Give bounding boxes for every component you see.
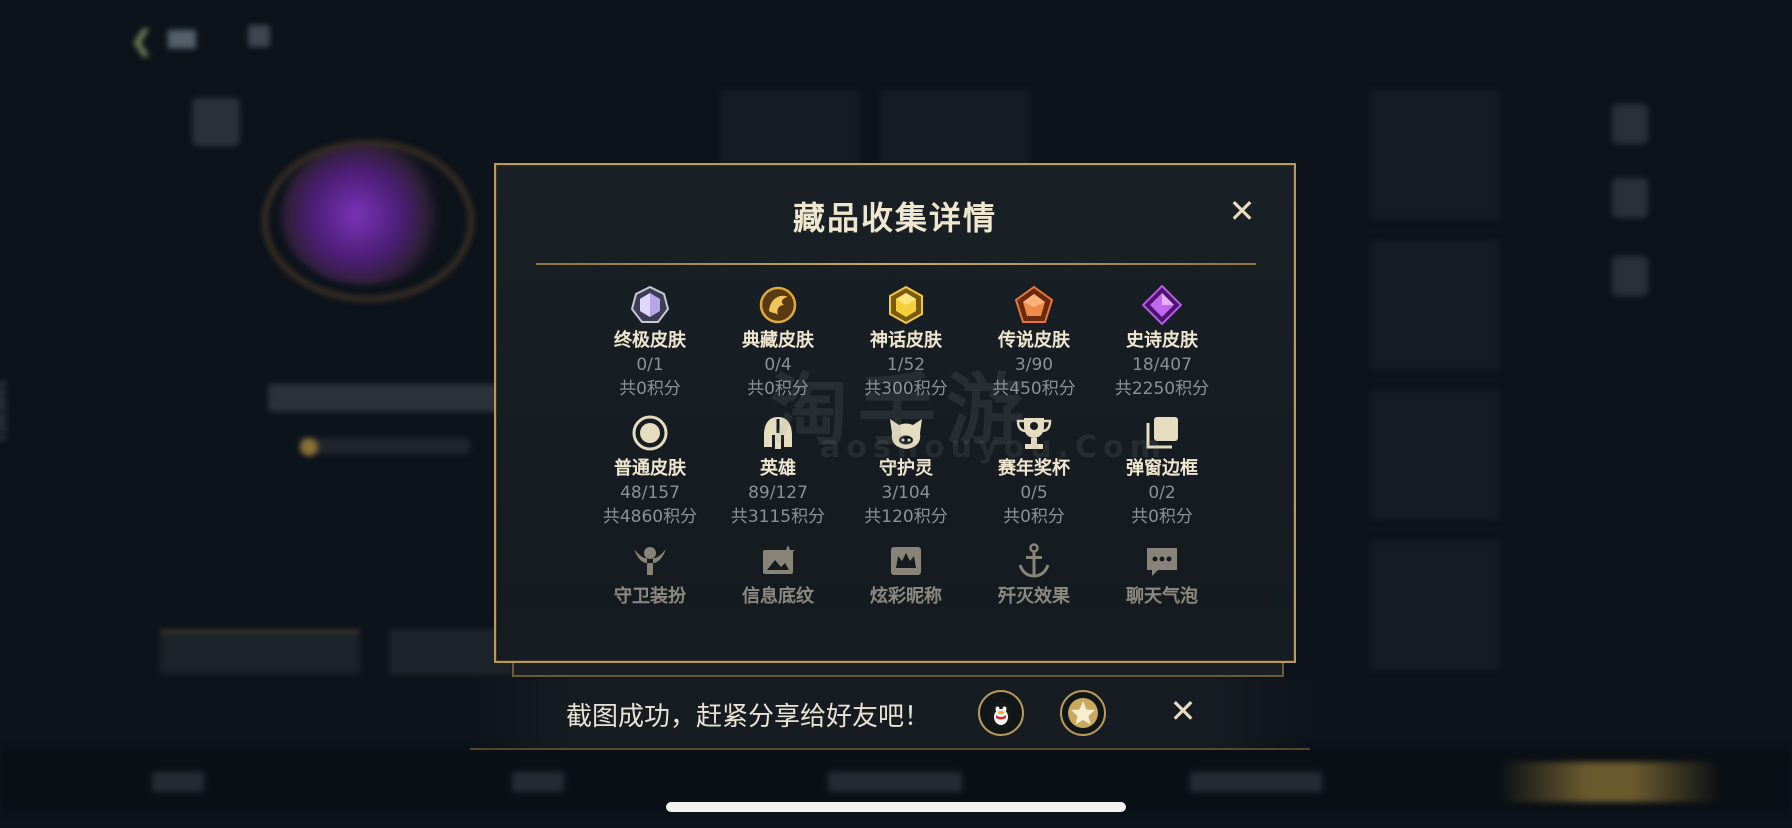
chat-bubble-icon — [1147, 548, 1177, 576]
collection-item-colorful-nickname[interactable]: 炫彩昵称 — [842, 541, 970, 609]
epic-skin-icon — [1142, 285, 1182, 325]
annihilation-effect-icon — [1018, 543, 1050, 578]
bg-card — [1370, 90, 1500, 220]
item-points: 共2250积分 — [1114, 379, 1210, 399]
bottom-tab[interactable] — [1190, 772, 1322, 792]
collection-item-epic-skin[interactable]: 史诗皮肤 18/407 共2250积分 — [1098, 285, 1226, 401]
item-points: 共0积分 — [619, 379, 681, 399]
legendary-skin-icon — [1014, 285, 1054, 323]
title-divider — [536, 263, 1256, 265]
bg-card — [1370, 240, 1500, 370]
item-name: 聊天气泡 — [1126, 586, 1198, 607]
item-name: 歼灭效果 — [998, 586, 1070, 607]
collection-grid: 终极皮肤 0/1 共0积分 典藏皮肤 0/4 共0积分 神话皮肤 1/52 共3… — [586, 285, 1226, 655]
item-name: 炫彩昵称 — [870, 586, 942, 607]
item-points: 共3115积分 — [730, 507, 826, 527]
side-id-text: 54463653 — [0, 380, 8, 442]
modal-bottom-edge — [512, 663, 1284, 677]
watermark-url: aoshouyou.Com — [820, 430, 1167, 465]
back-chevron-icon: ❮ — [130, 24, 154, 57]
side-menu-icon[interactable] — [1612, 178, 1648, 218]
bg-progress-slot — [160, 630, 360, 674]
collection-item-info-pattern[interactable]: 信息底纹 — [714, 541, 842, 609]
bottom-tab[interactable] — [828, 772, 962, 792]
collection-item-chat-bubble[interactable]: 聊天气泡 — [1098, 541, 1226, 609]
item-name: 终极皮肤 — [614, 330, 686, 351]
bg-card — [1370, 390, 1500, 520]
item-count: 89/127 — [748, 483, 808, 503]
avatar — [280, 145, 450, 285]
star-icon — [1068, 698, 1098, 728]
colorful-nickname-icon — [891, 547, 921, 575]
collection-item-normal-skin[interactable]: 普通皮肤 48/157 共4860积分 — [586, 413, 714, 529]
mythic-skin-icon — [889, 285, 923, 325]
collection-item-ultimate-skin[interactable]: 终极皮肤 0/1 共0积分 — [586, 285, 714, 401]
item-count: 0/5 — [1020, 483, 1048, 503]
item-points: 共4860积分 — [602, 507, 698, 527]
item-name: 守卫装扮 — [614, 586, 686, 607]
modal-title: 藏品收集详情 — [792, 199, 997, 237]
item-points: 共120积分 — [864, 507, 948, 527]
collection-item-ward-skin[interactable]: 守卫装扮 — [586, 541, 714, 609]
screenshot-share-bar: 截图成功，赶紧分享给好友吧！ ✕ — [470, 678, 1310, 750]
rank-badge-icon — [192, 98, 240, 146]
item-count: 48/157 — [620, 483, 680, 503]
item-name: 信息底纹 — [742, 586, 814, 607]
qq-share-button[interactable] — [978, 690, 1024, 736]
share-message: 截图成功，赶紧分享给好友吧！ — [566, 702, 931, 732]
item-count: 0/1 — [636, 355, 664, 375]
home-icon[interactable] — [248, 25, 270, 47]
item-points: 共0积分 — [1131, 507, 1193, 527]
item-count: 3/104 — [881, 483, 931, 503]
collection-item-annihilation-effect[interactable]: 歼灭效果 — [970, 541, 1098, 609]
item-name: 普通皮肤 — [614, 458, 686, 479]
item-count: 18/407 — [1132, 355, 1192, 375]
share-close-icon[interactable]: ✕ — [1166, 694, 1200, 728]
player-subtitle-blurred — [300, 438, 470, 454]
ward-skin-icon — [634, 547, 666, 575]
normal-skin-icon — [632, 415, 668, 451]
back-button[interactable]: ❮ ▇▇ — [130, 18, 240, 57]
info-pattern-icon — [763, 545, 795, 574]
item-count: 0/2 — [1148, 483, 1176, 503]
treasure-skin-icon — [759, 286, 797, 324]
bottom-tab-highlight[interactable] — [1500, 762, 1720, 802]
player-name-blurred — [268, 384, 508, 412]
player-subtitle-icon — [300, 438, 318, 456]
bottom-tab[interactable] — [512, 772, 564, 792]
bg-card — [1370, 540, 1500, 670]
qq-penguin-icon — [991, 702, 1011, 726]
item-name: 史诗皮肤 — [1126, 330, 1198, 351]
home-indicator[interactable] — [666, 802, 1126, 812]
side-menu-icon[interactable] — [1612, 104, 1648, 144]
bottom-tab[interactable] — [152, 772, 204, 792]
item-points: 共0积分 — [1003, 507, 1065, 527]
close-icon[interactable]: ✕ — [1226, 195, 1258, 227]
qzone-share-button[interactable] — [1060, 690, 1106, 736]
ultimate-skin-icon — [630, 285, 670, 323]
side-menu-icon[interactable] — [1612, 256, 1648, 296]
back-label-blurred: ▇▇ — [168, 28, 196, 49]
